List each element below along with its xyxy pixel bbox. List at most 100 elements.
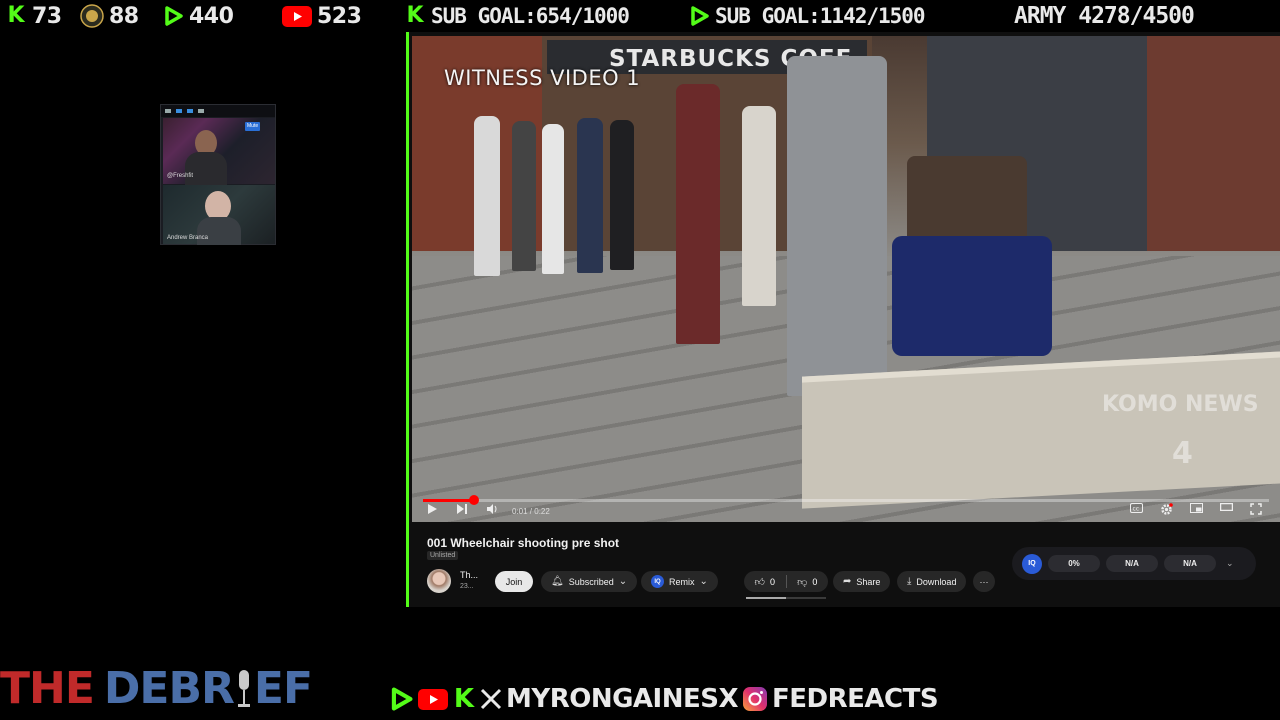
- komo-channel-number: 4: [1172, 436, 1193, 471]
- iq-percent-cell: 0%: [1048, 555, 1100, 572]
- rumble-icon: [391, 687, 413, 711]
- download-icon: ⤓: [907, 576, 912, 587]
- share-button[interactable]: ➦ Share: [833, 571, 891, 592]
- x-twitter-icon: [480, 688, 502, 710]
- window-icon[interactable]: [176, 109, 182, 113]
- channel-subscriber-count: 23...: [460, 583, 474, 590]
- bystander: [512, 121, 536, 271]
- komo-news-watermark: KOMO NEWS: [1102, 392, 1259, 417]
- fullscreen-icon[interactable]: [1250, 503, 1262, 515]
- dislike-button[interactable]: 👎︎ 0: [787, 576, 829, 588]
- webcam-toolbar: [161, 105, 275, 117]
- iq-na-cell: N/A: [1164, 555, 1216, 572]
- wheelchair: [892, 236, 1052, 356]
- man-red-shirt: [676, 84, 720, 344]
- like-ratio-bar: [746, 597, 826, 599]
- medal-stat: 88: [80, 1, 139, 31]
- bystander: [577, 118, 603, 273]
- youtube-icon: [418, 688, 448, 710]
- bystander: [542, 124, 564, 274]
- bystander: [742, 106, 776, 306]
- show-title-debrief: DEBR: [103, 662, 235, 714]
- concrete-bench: [802, 351, 1280, 509]
- channel-name[interactable]: Th...: [460, 570, 478, 580]
- host-webcam: Mute @Freshfit: [163, 118, 275, 186]
- army-goal-text: ARMY 4278/4500: [1014, 3, 1195, 29]
- stream-stats-bar: K 73 88 440 523 K SUB GOAL:654/1000 SUB …: [0, 0, 1280, 32]
- more-actions-button[interactable]: ···: [973, 571, 995, 592]
- download-button[interactable]: ⤓ Download: [897, 571, 967, 592]
- miniplayer-icon[interactable]: [1190, 503, 1203, 513]
- minimize-icon[interactable]: [165, 109, 171, 113]
- medal-count: 88: [109, 3, 139, 29]
- rumble-icon: [691, 6, 709, 26]
- medal-icon: [80, 4, 104, 28]
- chevron-down-icon[interactable]: ⌄: [1226, 558, 1234, 569]
- bystander: [610, 120, 634, 270]
- instagram-icon: [743, 687, 768, 711]
- thumbs-down-icon: 👎︎: [797, 576, 808, 588]
- storefront-right: [1147, 36, 1280, 251]
- show-logo: THE DEBR EF: [0, 660, 313, 716]
- kick-count: 73: [32, 3, 62, 29]
- theater-mode-icon[interactable]: [1220, 503, 1233, 511]
- man-gray-sweater: [787, 56, 887, 396]
- video-player[interactable]: STARBUCKS COFF WITNESS VIDEO 1 KOMO NEWS…: [412, 36, 1280, 522]
- like-count: 0: [769, 576, 775, 587]
- show-title-debrief-end: EF: [253, 662, 313, 714]
- webcam-panel: Mute @Freshfit Andrew Branca: [160, 104, 276, 245]
- browser-capture: STARBUCKS COFF WITNESS VIDEO 1 KOMO NEWS…: [406, 32, 1280, 607]
- kick-icon: K: [406, 3, 424, 28]
- army-goal: ARMY 4278/4500: [1014, 1, 1195, 31]
- chevron-down-icon: ⌄: [618, 576, 628, 587]
- rumble-count: 440: [189, 3, 234, 29]
- play-icon[interactable]: [426, 503, 438, 515]
- rumble-sub-goal: SUB GOAL:1142/1500: [688, 1, 926, 31]
- iq-extension-panel: IQ 0% N/A N/A ⌄: [1012, 547, 1256, 580]
- next-icon[interactable]: [456, 503, 468, 515]
- channel-avatar[interactable]: [427, 569, 451, 593]
- bystander: [474, 116, 500, 276]
- guest-name: Andrew Branca: [167, 235, 209, 241]
- like-ratio-fill: [746, 597, 786, 599]
- captions-icon[interactable]: cc: [1130, 503, 1143, 513]
- youtube-count: 523: [317, 3, 362, 29]
- visibility-badge: Unlisted: [427, 551, 459, 560]
- mute-button[interactable]: Mute: [245, 122, 261, 131]
- subscribed-button[interactable]: 🔔︎ Subscribed ⌄: [541, 571, 638, 592]
- settings-gear-icon[interactable]: [1160, 503, 1173, 516]
- svg-text:cc: cc: [1133, 506, 1140, 513]
- subscribed-label: Subscribed: [568, 576, 614, 587]
- remix-button[interactable]: IQ Remix ⌄: [641, 571, 718, 592]
- like-button[interactable]: 👍︎ 0: [744, 576, 786, 588]
- bell-icon: 🔔︎: [551, 576, 564, 587]
- like-dislike-bar: 👍︎ 0 👎︎ 0: [744, 571, 828, 592]
- kick-sub-goal: K SUB GOAL:654/1000: [404, 1, 629, 31]
- more-icon: ···: [979, 576, 989, 587]
- grid-icon[interactable]: [198, 109, 204, 113]
- kick-sub-goal-text: SUB GOAL:654/1000: [431, 4, 630, 28]
- window-icon[interactable]: [187, 109, 193, 113]
- share-label: Share: [856, 576, 881, 587]
- rumble-sub-goal-text: SUB GOAL:1142/1500: [715, 4, 926, 28]
- dislike-count: 0: [812, 576, 818, 587]
- player-controls: 0:01 / 0:22 cc: [412, 502, 1280, 522]
- youtube-subs-stat: 523: [282, 1, 362, 31]
- join-button[interactable]: Join: [495, 571, 533, 592]
- volume-icon[interactable]: [486, 503, 498, 515]
- rumble-icon: [165, 6, 183, 26]
- chevron-down-icon: ⌄: [699, 576, 708, 587]
- kick-followers-stat: K 73: [5, 1, 62, 31]
- show-title-the: THE: [0, 662, 95, 714]
- thumbs-up-icon: 👍︎: [754, 576, 765, 588]
- remix-label: Remix: [669, 576, 695, 587]
- guest-webcam: Andrew Branca: [163, 185, 275, 245]
- iq-na-cell: N/A: [1106, 555, 1158, 572]
- witness-video-label: WITNESS VIDEO 1: [444, 66, 641, 90]
- video-time: 0:01 / 0:22: [512, 507, 550, 516]
- kick-icon: K: [453, 684, 475, 714]
- myrongainesx-handle: MYRONGAINESX: [506, 684, 739, 714]
- iq-icon: IQ: [651, 575, 664, 588]
- download-label: Download: [916, 576, 957, 587]
- video-title: 001 Wheelchair shooting pre shot: [427, 536, 620, 550]
